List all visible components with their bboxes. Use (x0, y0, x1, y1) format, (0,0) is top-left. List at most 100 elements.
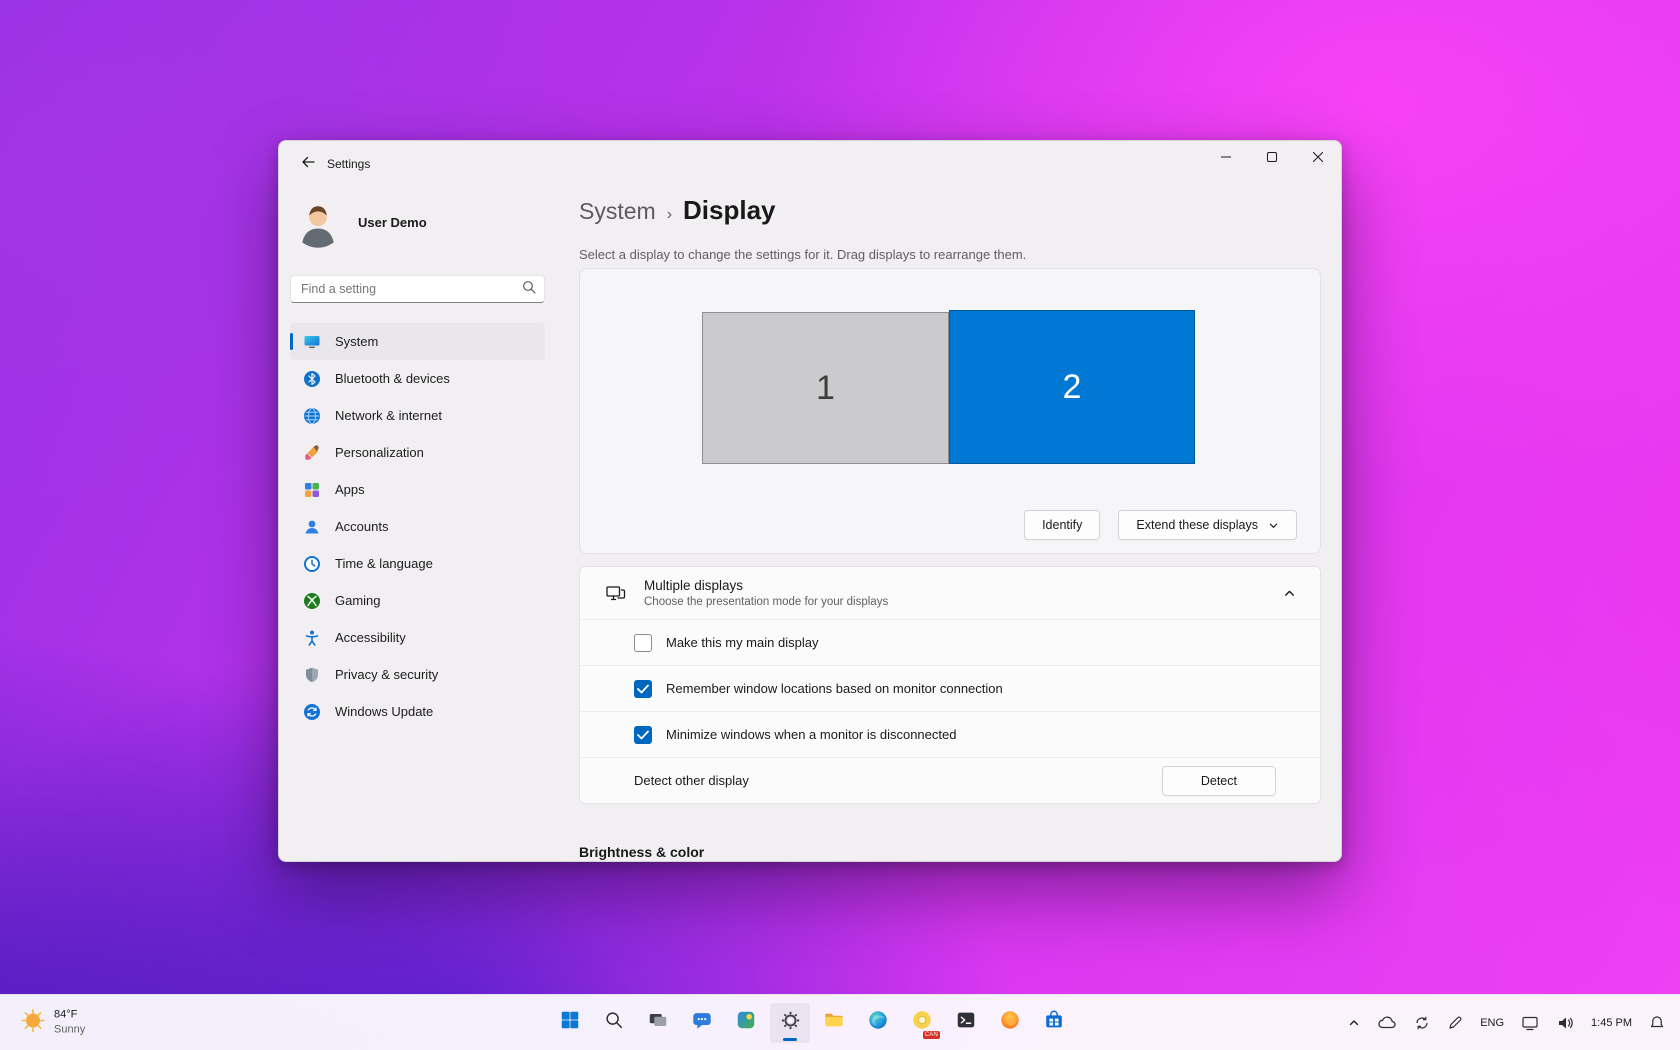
close-icon (1313, 149, 1323, 167)
checkbox-unchecked[interactable] (634, 634, 652, 652)
chrome-canary-button[interactable]: CAN (902, 1003, 942, 1043)
monitor-2-label: 2 (1063, 368, 1082, 407)
sidebar-item-windows-update[interactable]: Windows Update (290, 693, 545, 730)
language-indicator[interactable]: ENG (1477, 1014, 1507, 1032)
sidebar-item-personalization[interactable]: Personalization (290, 434, 545, 471)
extend-displays-dropdown[interactable]: Extend these displays (1118, 510, 1297, 540)
option-row-minimize-windows: Minimize windows when a monitor is disco… (580, 711, 1320, 757)
start-button[interactable] (550, 1003, 590, 1043)
settings-window: Settings User Demo (278, 140, 1342, 862)
window-controls (1203, 141, 1341, 175)
weather-texts: 84°F Sunny (54, 1008, 85, 1038)
detect-display-label: Detect other display (634, 773, 749, 788)
system-icon (303, 333, 321, 351)
sidebar-item-accounts[interactable]: Accounts (290, 508, 545, 545)
page-description: Select a display to change the settings … (579, 247, 1026, 262)
sidebar-item-bluetooth-devices[interactable]: Bluetooth & devices (290, 360, 545, 397)
back-arrow-icon (300, 154, 316, 175)
multiple-displays-texts: Multiple displays Choose the presentatio… (644, 578, 1283, 608)
apps-icon (303, 481, 321, 499)
clock[interactable]: 1:45 PM (1588, 1014, 1635, 1032)
minimize-button[interactable] (1203, 141, 1249, 175)
sidebar-item-label: Privacy & security (335, 667, 438, 682)
checkbox-checked[interactable] (634, 726, 652, 744)
user-profile[interactable]: User Demo (292, 196, 427, 248)
edge-icon (867, 1009, 889, 1036)
breadcrumb-separator-icon: › (667, 206, 672, 224)
desktop: Settings User Demo (0, 0, 1680, 1050)
search-icon (522, 280, 536, 299)
sidebar-item-label: Bluetooth & devices (335, 371, 450, 386)
windows-update-icon (303, 703, 321, 721)
privacy-icon (303, 666, 321, 684)
accounts-icon (303, 518, 321, 536)
system-tray: ENG 1:45 PM (1345, 1010, 1668, 1036)
sidebar-item-accessibility[interactable]: Accessibility (290, 619, 545, 656)
canary-badge: CAN (923, 1031, 940, 1039)
multiple-displays-icon (604, 581, 628, 605)
firefox-button[interactable] (990, 1003, 1030, 1043)
sidebar-item-time-language[interactable]: Time & language (290, 545, 545, 582)
monitor-1-label: 1 (816, 369, 835, 408)
search-button[interactable] (594, 1003, 634, 1043)
detect-button[interactable]: Detect (1162, 766, 1276, 796)
user-name: User Demo (358, 215, 427, 230)
sidebar-item-apps[interactable]: Apps (290, 471, 545, 508)
file-explorer-button[interactable] (814, 1003, 854, 1043)
back-button[interactable] (291, 149, 325, 179)
chat-icon (691, 1009, 713, 1036)
taskbar-center-icons: CAN (550, 1003, 1074, 1043)
weather-widget[interactable]: 84°F Sunny (12, 1003, 93, 1042)
sync-icon[interactable] (1411, 1012, 1433, 1034)
detect-button-label: Detect (1201, 774, 1237, 788)
tray-chevron-up-icon[interactable] (1345, 1014, 1363, 1032)
notification-bell-icon[interactable] (1646, 1012, 1668, 1034)
display-arrangement-panel: 1 2 Identify Extend these displays (579, 268, 1321, 554)
onedrive-cloud-icon[interactable] (1374, 1010, 1400, 1036)
checkbox-checked[interactable] (634, 680, 652, 698)
sidebar-item-privacy-security[interactable]: Privacy & security (290, 656, 545, 693)
accessibility-icon (303, 629, 321, 647)
identify-button[interactable]: Identify (1024, 510, 1100, 540)
detect-display-row: Detect other display Detect (580, 757, 1320, 803)
sun-icon (20, 1007, 46, 1038)
chevron-up-icon[interactable] (1283, 587, 1296, 600)
gaming-icon (303, 592, 321, 610)
monitor-2[interactable]: 2 (949, 310, 1195, 464)
settings-taskbar-button[interactable] (770, 1003, 810, 1043)
close-button[interactable] (1295, 141, 1341, 175)
store-button[interactable] (1034, 1003, 1074, 1043)
search-input[interactable] (301, 282, 522, 296)
multiple-displays-subtitle: Choose the presentation mode for your di… (644, 596, 1283, 608)
network-icon (303, 407, 321, 425)
maximize-icon (1267, 149, 1277, 167)
multiple-displays-card: Multiple displays Choose the presentatio… (579, 566, 1321, 804)
chat-button[interactable] (682, 1003, 722, 1043)
sidebar-item-system[interactable]: System (290, 323, 545, 360)
store-icon (1043, 1009, 1065, 1036)
breadcrumb-system[interactable]: System (579, 198, 656, 225)
monitor-1[interactable]: 1 (702, 312, 949, 464)
cast-display-icon[interactable] (1518, 1011, 1542, 1035)
search-box (290, 275, 545, 303)
bluetooth-icon (303, 370, 321, 388)
option-label: Remember window locations based on monit… (666, 681, 1003, 696)
multiple-displays-header[interactable]: Multiple displays Choose the presentatio… (580, 567, 1320, 619)
task-view-button[interactable] (638, 1003, 678, 1043)
option-label: Minimize windows when a monitor is disco… (666, 727, 956, 742)
task-view-icon (647, 1009, 669, 1036)
maximize-button[interactable] (1249, 141, 1295, 175)
sidebar-item-label: System (335, 334, 378, 349)
sidebar-nav: System Bluetooth & devices Network & int… (290, 323, 545, 730)
sidebar-item-label: Windows Update (335, 704, 433, 719)
sidebar-item-network-internet[interactable]: Network & internet (290, 397, 545, 434)
multiple-displays-title: Multiple displays (644, 578, 1283, 593)
widgets-button[interactable] (726, 1003, 766, 1043)
personalization-icon (303, 444, 321, 462)
terminal-button[interactable] (946, 1003, 986, 1043)
pen-icon[interactable] (1444, 1012, 1466, 1034)
edge-button[interactable] (858, 1003, 898, 1043)
folder-icon (823, 1009, 845, 1036)
sidebar-item-gaming[interactable]: Gaming (290, 582, 545, 619)
volume-icon[interactable] (1553, 1011, 1577, 1035)
